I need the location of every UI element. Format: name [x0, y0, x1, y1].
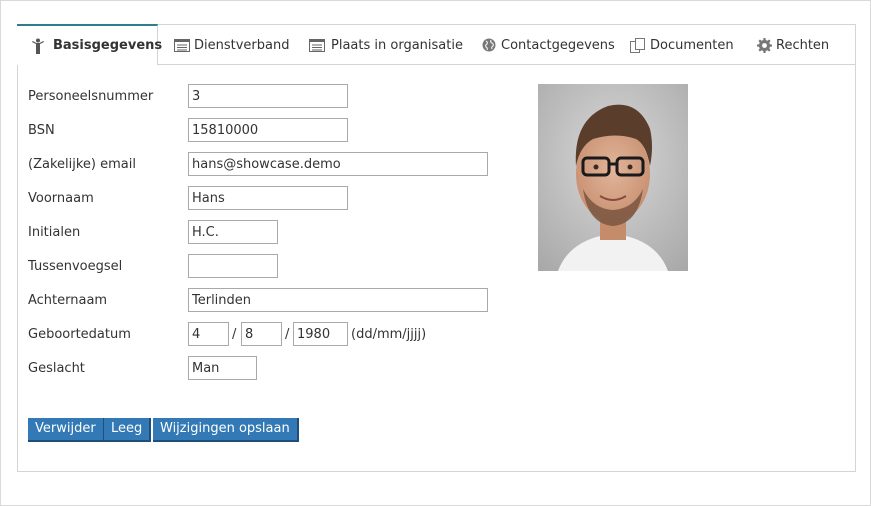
voornaam-input[interactable]: [188, 186, 348, 210]
date-separator: /: [232, 327, 237, 342]
person-icon: [31, 38, 45, 54]
geboortedatum-label: Geboortedatum: [28, 327, 131, 342]
birth-day-input[interactable]: [188, 322, 229, 346]
tab-label: Documenten: [650, 37, 734, 53]
list-card-icon: [174, 37, 190, 53]
tab-bar: Basisgegevens Dienstverband Plaats in or…: [17, 24, 855, 65]
initialen-input[interactable]: [188, 220, 278, 244]
initialen-label: Initialen: [28, 225, 81, 240]
tab-contactgegevens[interactable]: Contactgegevens: [481, 25, 615, 65]
save-changes-button[interactable]: Wijzigingen opslaan: [153, 418, 299, 442]
tab-label: Dienstverband: [194, 37, 290, 53]
tab-label: Plaats in organisatie: [331, 37, 463, 53]
bsn-input[interactable]: [188, 118, 348, 142]
achternaam-label: Achternaam: [28, 293, 108, 308]
bsn-label: BSN: [28, 123, 55, 138]
employee-panel: Basisgegevens Dienstverband Plaats in or…: [17, 24, 856, 472]
clear-button[interactable]: Leeg: [104, 418, 152, 442]
documents-icon: [630, 37, 646, 53]
employee-photo: [538, 84, 688, 271]
tab-documenten[interactable]: Documenten: [630, 25, 734, 65]
voornaam-label: Voornaam: [28, 191, 94, 206]
tab-label: Rechten: [776, 37, 830, 53]
window: Basisgegevens Dienstverband Plaats in or…: [0, 0, 871, 506]
email-input[interactable]: [188, 152, 488, 176]
tab-basisgegevens[interactable]: Basisgegevens: [17, 24, 162, 65]
geslacht-select[interactable]: [188, 356, 257, 380]
personeelsnummer-label: Personeelsnummer: [28, 89, 154, 104]
tab-label: Basisgegevens: [53, 38, 163, 53]
tab-dienstverband[interactable]: Dienstverband: [174, 25, 289, 65]
list-card-icon: [309, 37, 325, 53]
geslacht-label: Geslacht: [28, 361, 85, 376]
date-format-hint: (dd/mm/jjjj): [351, 327, 427, 342]
email-label: (Zakelijke) email: [28, 157, 136, 172]
birth-month-input[interactable]: [241, 322, 282, 346]
tab-rechten[interactable]: Rechten: [756, 25, 829, 65]
tussenvoegsel-label: Tussenvoegsel: [28, 259, 123, 274]
date-separator: /: [285, 327, 290, 342]
gear-icon: [756, 37, 772, 53]
tab-plaats-in-organisatie[interactable]: Plaats in organisatie: [309, 25, 463, 65]
delete-button[interactable]: Verwijder: [28, 418, 105, 442]
tab-label: Contactgegevens: [501, 37, 615, 53]
globe-icon: [481, 37, 497, 53]
personeelsnummer-input[interactable]: [188, 84, 348, 108]
tussenvoegsel-input[interactable]: [188, 254, 278, 278]
achternaam-input[interactable]: [188, 288, 488, 312]
birth-year-input[interactable]: [293, 322, 348, 346]
